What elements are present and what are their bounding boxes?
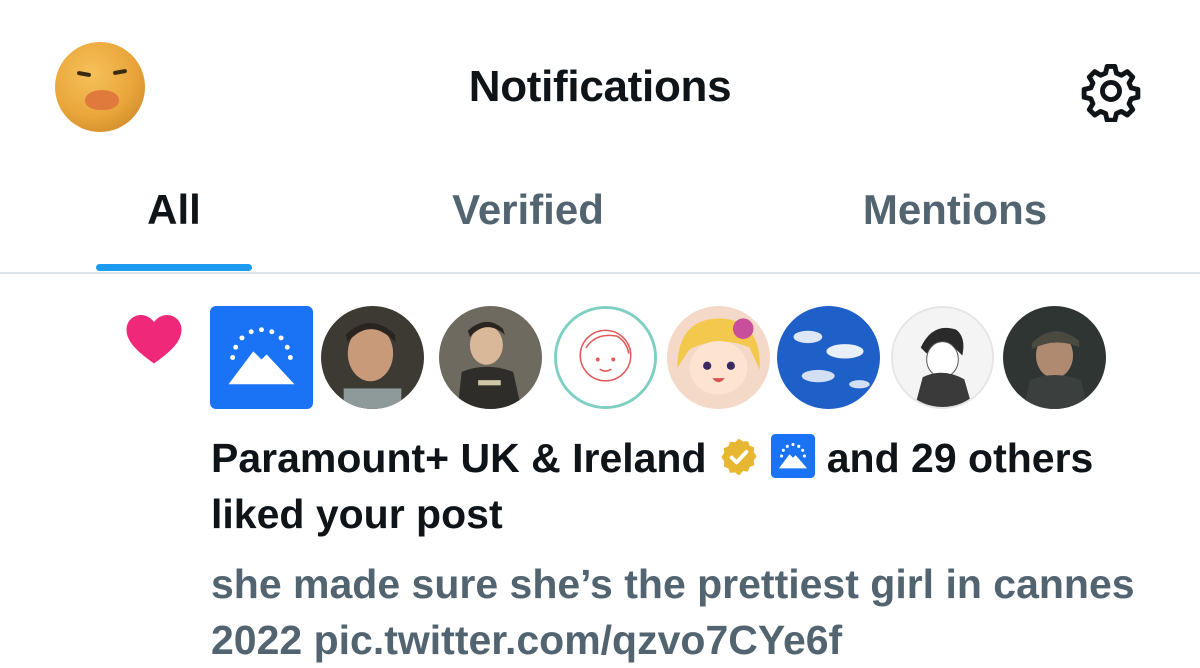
heart-icon — [126, 315, 182, 364]
liked-post-preview[interactable]: she made sure she’s the prettiest girl i… — [211, 556, 1151, 668]
paramount-logo-avatar[interactable] — [210, 306, 313, 409]
page-title: Notifications — [468, 62, 732, 111]
tab-label: Mentions — [862, 186, 1048, 233]
tab-verified[interactable]: Verified — [400, 186, 656, 272]
manga-character-avatar[interactable] — [891, 306, 994, 409]
notification-text: Paramount+ UK & Ireland and 29 others li… — [211, 430, 1111, 542]
blue-sky-clouds-avatar[interactable] — [777, 306, 880, 409]
tab-label: All — [147, 186, 201, 233]
paramount-logo-icon — [771, 434, 816, 478]
notification-tabs: All Verified Mentions — [0, 176, 1200, 274]
man-cap-avatar[interactable] — [1003, 306, 1106, 409]
anime-girl-avatar[interactable] — [667, 306, 770, 409]
verified-badge-icon — [721, 438, 757, 476]
active-tab-indicator — [96, 264, 252, 271]
tab-label: Verified — [452, 186, 604, 233]
actor-name[interactable]: Paramount+ UK & Ireland — [211, 435, 707, 481]
tab-all[interactable]: All — [96, 186, 252, 272]
gear-icon — [1081, 64, 1141, 123]
young-man-hoodie-avatar[interactable] — [439, 306, 542, 409]
settings-button[interactable] — [1080, 60, 1142, 123]
top-bar: Notifications — [0, 0, 1200, 176]
man-portrait-avatar[interactable] — [321, 306, 424, 409]
sketch-drawing-avatar[interactable] — [554, 306, 657, 409]
tab-mentions[interactable]: Mentions — [820, 186, 1090, 272]
